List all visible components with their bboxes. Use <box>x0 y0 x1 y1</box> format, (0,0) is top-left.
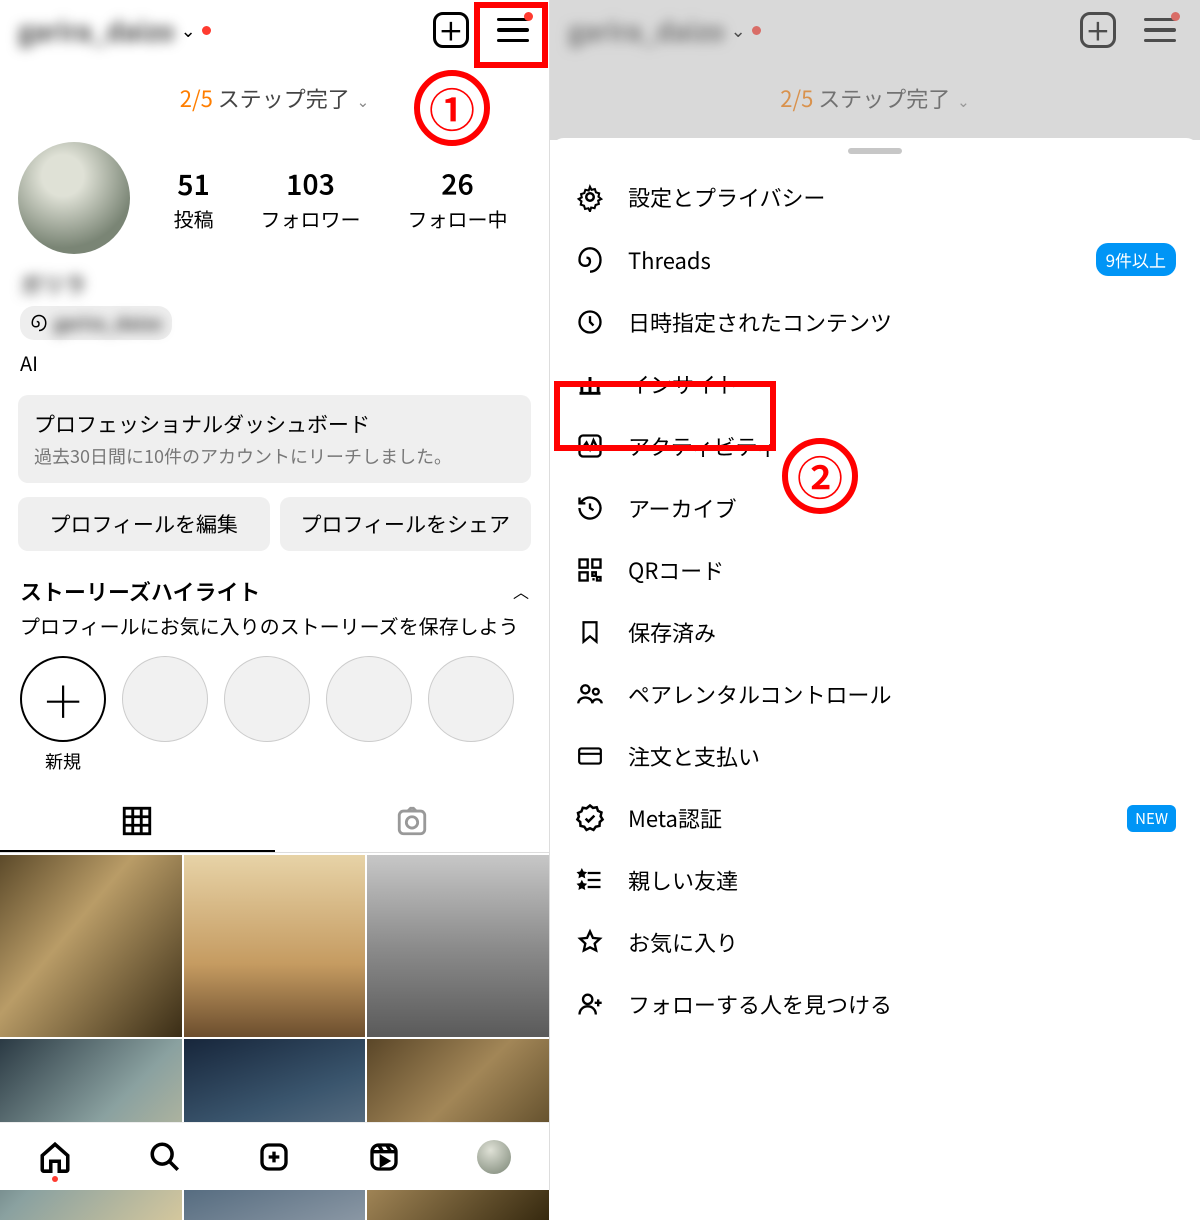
plus-box-icon: ＋ <box>433 12 469 48</box>
star-list-icon <box>574 864 606 896</box>
people-icon <box>574 678 606 710</box>
star-icon <box>574 926 606 958</box>
plus-box-icon <box>258 1141 290 1173</box>
dim-overlay <box>550 0 1200 140</box>
menu-saved[interactable]: 保存済み <box>550 601 1200 663</box>
qr-icon <box>574 554 606 586</box>
avatar-icon <box>477 1140 511 1174</box>
menu-settings[interactable]: 設定とプライバシー <box>550 166 1200 228</box>
notification-dot-icon <box>202 26 211 35</box>
chevron-down-icon: ⌄ <box>357 91 370 112</box>
menu-discover[interactable]: フォローする人を見つける <box>550 973 1200 1035</box>
menu-sheet: 設定とプライバシー Threads 9件以上 日時指定されたコンテンツ インサイ… <box>550 138 1200 1190</box>
add-person-icon <box>574 988 606 1020</box>
menu-parental[interactable]: ペアレンタルコントロール <box>550 663 1200 725</box>
tab-tagged[interactable] <box>275 792 550 852</box>
menu-scheduled[interactable]: 日時指定されたコンテンツ <box>550 291 1200 353</box>
threads-icon <box>574 244 606 276</box>
highlights-subtext: プロフィールにお気に入りのストーリーズを保存しよう <box>0 611 549 650</box>
post-thumbnail[interactable] <box>367 855 549 1037</box>
tab-grid[interactable] <box>0 792 275 852</box>
reels-icon <box>368 1141 400 1173</box>
username: garira_daizo <box>18 12 175 49</box>
sheet-handle[interactable] <box>848 148 902 154</box>
new-badge: NEW <box>1127 805 1176 832</box>
post-thumbnail[interactable] <box>184 855 366 1037</box>
profile-header: garira_daizo ⌄ ＋ <box>0 0 549 60</box>
menu-qr[interactable]: QRコード <box>550 539 1200 601</box>
threads-icon <box>30 314 48 332</box>
grid-icon <box>120 804 154 838</box>
annotation-box-2 <box>554 381 776 451</box>
display-name: ガリラ <box>20 268 529 300</box>
stat-posts[interactable]: 51 投稿 <box>174 164 214 233</box>
username-switcher[interactable]: garira_daizo ⌄ <box>18 12 211 49</box>
post-thumbnail[interactable] <box>0 855 182 1037</box>
stat-followers[interactable]: 103 フォロワー <box>261 164 361 233</box>
highlight-placeholder <box>122 656 208 742</box>
annotation-box-1 <box>474 2 548 68</box>
menu-archive[interactable]: アーカイブ <box>550 477 1200 539</box>
highlights-header[interactable]: ストーリーズハイライト ︿ <box>0 569 549 611</box>
bottom-nav <box>0 1122 549 1190</box>
highlight-placeholder <box>326 656 412 742</box>
edit-profile-button[interactable]: プロフィールを編集 <box>18 497 270 551</box>
bio-text: AI <box>20 348 529 377</box>
menu-favorites[interactable]: お気に入り <box>550 911 1200 973</box>
verified-icon <box>574 802 606 834</box>
home-icon <box>38 1140 72 1174</box>
card-icon <box>574 740 606 772</box>
nav-profile[interactable] <box>477 1140 511 1174</box>
clock-icon <box>574 306 606 338</box>
chevron-down-icon: ⌄ <box>181 17 196 43</box>
highlight-placeholder <box>428 656 514 742</box>
plus-icon: ＋ <box>20 656 106 742</box>
threads-link[interactable]: garira_daizo <box>20 306 172 340</box>
threads-badge: 9件以上 <box>1096 243 1176 276</box>
nav-home[interactable] <box>38 1140 72 1174</box>
pro-dashboard-card[interactable]: プロフェッショナルダッシュボード 過去30日間に10件のアカウントにリーチしまし… <box>18 395 531 483</box>
archive-icon <box>574 492 606 524</box>
notification-dot-icon <box>52 1176 58 1182</box>
stat-following[interactable]: 26 フォロー中 <box>408 164 508 233</box>
nav-create[interactable] <box>257 1140 291 1174</box>
profile-avatar[interactable] <box>18 142 130 254</box>
annotation-marker-1: ① <box>414 70 490 146</box>
settings-icon <box>574 181 606 213</box>
share-profile-button[interactable]: プロフィールをシェア <box>280 497 532 551</box>
bookmark-icon <box>574 616 606 648</box>
tagged-icon <box>395 804 429 838</box>
highlight-placeholder <box>224 656 310 742</box>
annotation-marker-2: ② <box>782 438 858 514</box>
chevron-up-icon: ︿ <box>513 579 529 603</box>
menu-orders[interactable]: 注文と支払い <box>550 725 1200 787</box>
bio-section: ガリラ garira_daizo AI <box>0 264 549 391</box>
menu-meta-verified[interactable]: Meta認証 NEW <box>550 787 1200 849</box>
nav-reels[interactable] <box>367 1140 401 1174</box>
step-count: 2/5 <box>180 82 213 114</box>
menu-close-friends[interactable]: 親しい友達 <box>550 849 1200 911</box>
search-icon <box>148 1140 182 1174</box>
highlight-new[interactable]: ＋ 新規 <box>20 656 106 774</box>
nav-search[interactable] <box>148 1140 182 1174</box>
create-button[interactable]: ＋ <box>429 8 473 52</box>
menu-threads[interactable]: Threads 9件以上 <box>550 228 1200 291</box>
